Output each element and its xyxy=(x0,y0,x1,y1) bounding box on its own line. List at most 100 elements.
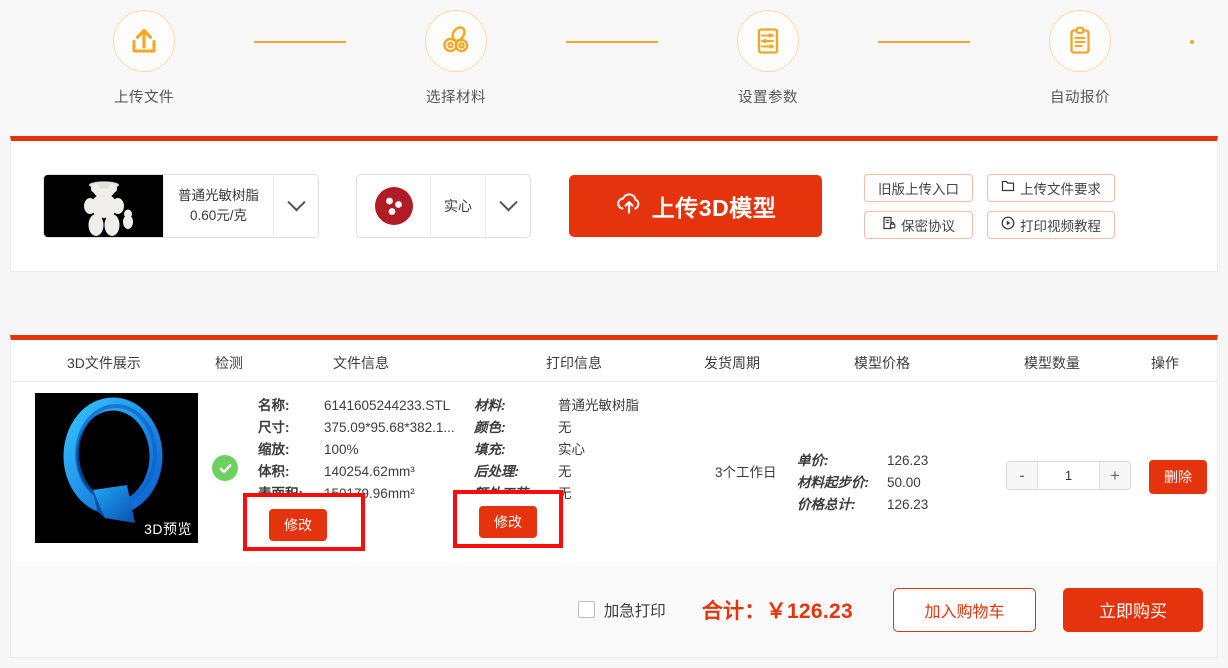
file-info-value: 140254.62mm³ xyxy=(324,464,415,479)
file-info-value: 375.09*95.68*382.1... xyxy=(324,420,455,435)
upload-requirements-label: 上传文件要求 xyxy=(1020,181,1101,197)
video-tutorial-label: 打印视频教程 xyxy=(1020,218,1101,234)
upload-file-requirements-button[interactable]: 上传文件要求 xyxy=(987,173,1115,202)
quantity-value[interactable]: 1 xyxy=(1037,462,1100,489)
step-connector-1 xyxy=(254,41,346,43)
file-info-value: 6141605244233.STL xyxy=(324,398,451,413)
print-info-value: 无 xyxy=(558,420,572,435)
print-info-value: 实心 xyxy=(558,442,585,457)
step-upload-file[interactable]: 上传文件 xyxy=(34,0,254,107)
preview-label: 3D预览 xyxy=(144,521,192,537)
price-info-value: 50.00 xyxy=(887,475,921,490)
document-lock-icon xyxy=(882,216,896,233)
print-info-key: 材料: xyxy=(474,398,506,413)
table-row: 3D预览 名称: 6141605244233.STL 尺寸: 375.09*95.6… xyxy=(11,382,1217,563)
check-circle-icon xyxy=(212,455,238,481)
quantity-decrease-button[interactable]: - xyxy=(1007,462,1037,489)
material-thumbnail xyxy=(44,175,164,237)
checkout-bar: 加急打印 合计：￥126.23 加入购物车 立即购买 xyxy=(11,562,1217,657)
annotation-box-file-info-modify: 修改 xyxy=(243,493,365,551)
print-video-tutorial-button[interactable]: 打印视频教程 xyxy=(987,210,1115,239)
col-header-action: 操作 xyxy=(1151,355,1179,371)
price-info-value: 126.23 xyxy=(887,453,929,468)
print-info-key: 后处理: xyxy=(474,464,519,479)
file-info-block: 名称: 6141605244233.STL 尺寸: 375.09*95.68*382… xyxy=(258,395,455,505)
file-info-key: 体积: xyxy=(258,464,290,479)
upload-3d-model-button[interactable]: 上传3D模型 xyxy=(569,175,822,237)
confidentiality-label: 保密协议 xyxy=(901,218,955,234)
file-info-key: 名称: xyxy=(258,398,290,413)
file-icon xyxy=(1001,179,1015,196)
file-info-value: 100% xyxy=(324,442,359,457)
chevron-down-icon xyxy=(498,192,518,211)
material-dropdown-toggle[interactable] xyxy=(274,175,318,237)
print-info-value: 无 xyxy=(558,464,572,479)
fill-dropdown-toggle[interactable] xyxy=(486,175,530,237)
price-info-value: 126.23 xyxy=(887,497,929,512)
legacy-upload-label: 旧版上传入口 xyxy=(878,181,959,197)
fill-selector[interactable]: 实心 xyxy=(356,174,531,238)
table-header-row: 3D文件展示 检测 文件信息 打印信息 发货周期 模型价格 模型数量 操作 xyxy=(11,340,1217,382)
price-info-key: 单价: xyxy=(797,453,829,468)
total-value: ￥126.23 xyxy=(765,599,853,623)
price-info-block: 单价: 126.23 材料起步价: 50.00 价格总计: 126.23 xyxy=(797,450,928,516)
col-header-price: 模型价格 xyxy=(854,355,910,371)
step-select-material[interactable]: 选择材料 xyxy=(346,0,566,107)
step-connector-3 xyxy=(878,41,970,43)
help-links-group: 旧版上传入口 上传文件要求 保密协议 打印视频教程 xyxy=(864,173,1115,239)
upload-box-icon xyxy=(113,10,175,72)
col-header-print-info: 打印信息 xyxy=(546,355,602,371)
material-price: 0.60元/克 xyxy=(189,208,248,223)
step-label: 上传文件 xyxy=(114,90,174,106)
col-header-preview: 3D文件展示 xyxy=(67,355,141,371)
clipboard-quote-icon xyxy=(1049,10,1111,72)
col-header-detection: 检测 xyxy=(215,355,243,371)
quote-page: 上传文件 选择材料 设置参数 自动报价 普通光敏树脂 0.60元/克 实心 上传… xyxy=(0,0,1228,668)
rush-print-checkbox[interactable] xyxy=(577,601,595,618)
material-name: 普通光敏树脂 xyxy=(178,188,259,204)
delivery-cycle-value: 3个工作日 xyxy=(715,465,777,480)
rush-print-label: 加急打印 xyxy=(603,602,666,620)
step-auto-quote[interactable]: 自动报价 xyxy=(970,0,1190,107)
upload-button-label: 上传3D模型 xyxy=(651,195,777,221)
add-to-cart-button[interactable]: 加入购物车 xyxy=(893,587,1036,632)
annotation-box-print-info-modify: 修改 xyxy=(453,490,563,548)
total-label: 合计： xyxy=(701,599,766,623)
step-label: 自动报价 xyxy=(1050,90,1110,106)
quantity-stepper[interactable]: - 1 + xyxy=(1006,461,1131,490)
col-header-file-info: 文件信息 xyxy=(333,355,389,371)
legacy-upload-entry-button[interactable]: 旧版上传入口 xyxy=(864,173,973,202)
chevron-down-icon xyxy=(286,192,306,211)
play-circle-icon xyxy=(1001,216,1015,233)
material-rolls-icon xyxy=(425,10,487,72)
price-info-key: 材料起步价: xyxy=(797,475,869,490)
step-set-parameters[interactable]: 设置参数 xyxy=(658,0,878,107)
file-info-key: 缩放: xyxy=(258,442,290,457)
upload-panel: 普通光敏树脂 0.60元/克 实心 上传3D模型 旧版上传入口 上传文件要求 保… xyxy=(10,136,1218,272)
delete-model-button[interactable]: 删除 xyxy=(1149,460,1207,494)
step-label: 设置参数 xyxy=(738,90,798,106)
print-info-value: 普通光敏树脂 xyxy=(558,398,639,413)
print-info-key: 颜色: xyxy=(474,420,506,435)
print-info-key: 填充: xyxy=(474,442,506,457)
modify-print-info-button[interactable]: 修改 xyxy=(479,506,537,538)
confidentiality-agreement-button[interactable]: 保密协议 xyxy=(864,210,973,239)
file-info-key: 尺寸: xyxy=(258,420,290,435)
modify-file-info-button[interactable]: 修改 xyxy=(269,509,327,541)
model-preview-thumbnail[interactable]: 3D预览 xyxy=(35,393,198,543)
col-header-delivery: 发货周期 xyxy=(704,355,760,371)
step-label: 选择材料 xyxy=(426,90,486,106)
material-selector[interactable]: 普通光敏树脂 0.60元/克 xyxy=(43,174,319,238)
fill-value: 实心 xyxy=(431,175,486,237)
step-connector-2 xyxy=(566,41,658,43)
col-header-quantity: 模型数量 xyxy=(1024,355,1080,371)
cloud-upload-icon xyxy=(615,189,643,223)
price-info-key: 价格总计: xyxy=(797,497,856,512)
progress-stepper: 上传文件 选择材料 设置参数 自动报价 xyxy=(0,0,1228,136)
total-price: 合计：￥126.23 xyxy=(702,595,853,625)
print-info-block: 材料:普通光敏树脂 颜色:无 填充:实心 后处理:无 额外工艺:无 xyxy=(474,395,639,505)
quantity-increase-button[interactable]: + xyxy=(1100,462,1130,489)
solid-fill-ball-icon xyxy=(357,175,431,237)
settings-sliders-icon xyxy=(737,10,799,72)
buy-now-button[interactable]: 立即购买 xyxy=(1063,587,1203,632)
